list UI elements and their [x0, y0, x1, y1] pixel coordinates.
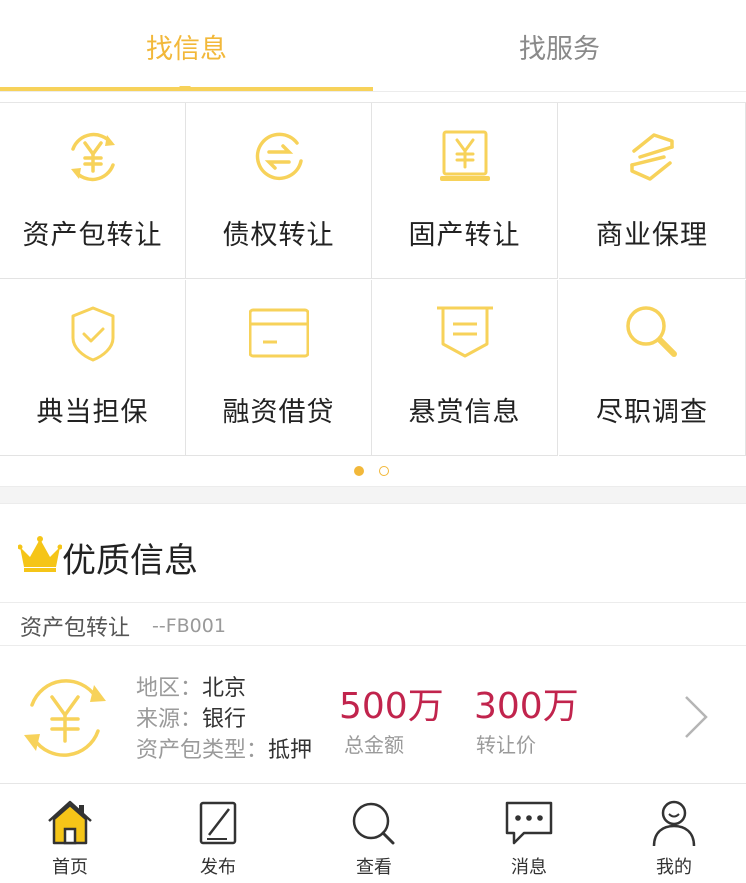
section-title: 优质信息 [62, 541, 198, 581]
nav-label: 发布 [200, 857, 236, 878]
grid-item-label: 融资借贷 [222, 397, 335, 428]
grid-item-label: 典当担保 [36, 397, 149, 428]
grid-item-label: 债权转让 [222, 220, 335, 251]
nav-view[interactable]: 查看 [314, 785, 434, 883]
grid-item-fixed-asset[interactable]: 固产转让 [372, 103, 558, 279]
bottom-nav: 首页 发布 查看 消息 我的 [0, 785, 746, 883]
grid-item-label: 尽职调查 [596, 397, 708, 428]
listing-type: 资产包类型：抵押 [136, 738, 313, 763]
zigzag-swap-icon [630, 133, 674, 181]
grid-item-label: 悬赏信息 [408, 397, 521, 428]
tab-find-info[interactable]: 找信息 [0, 0, 373, 92]
nav-home[interactable]: 首页 [10, 785, 130, 883]
grid-item-pawn-guarantee[interactable]: 典当担保 [0, 280, 186, 456]
transfer-price-label: 转让价 [476, 733, 536, 757]
listing-item[interactable]: 地区：北京 来源：银行 资产包类型：抵押 500万 300万 总金额 转让价 [0, 647, 746, 784]
edit-icon [199, 801, 237, 845]
grid-item-asset-package[interactable]: 资产包转让 [0, 103, 186, 279]
category-name: 资产包转让 [20, 616, 131, 641]
magnifier-icon [626, 306, 677, 357]
category-row: 资产包转让 --FB001 [0, 604, 746, 646]
section-separator [0, 486, 746, 504]
total-amount-label: 总金额 [344, 733, 404, 757]
listing-region: 地区：北京 [136, 676, 247, 701]
grid-item-label: 资产包转让 [22, 220, 163, 251]
nav-label: 查看 [356, 857, 392, 878]
grid-item-financing[interactable]: 融资借贷 [186, 280, 372, 456]
nav-publish[interactable]: 发布 [158, 785, 278, 883]
top-tabs: 找信息 找服务 [0, 0, 746, 92]
transfer-arrows-icon [255, 132, 303, 181]
grid-item-label: 商业保理 [596, 220, 708, 251]
nav-label: 我的 [656, 857, 692, 878]
grid-item-reward-info[interactable]: 悬赏信息 [372, 280, 558, 456]
crown-icon [18, 536, 62, 572]
search-icon [352, 802, 395, 845]
grid-item-debt-transfer[interactable]: 债权转让 [186, 103, 372, 279]
banner-icon [436, 306, 493, 358]
shield-check-icon [71, 306, 114, 362]
home-icon [48, 800, 92, 845]
nav-label: 消息 [511, 857, 547, 878]
listing-source: 来源：银行 [136, 707, 247, 732]
user-icon [652, 800, 696, 847]
grid-item-due-diligence[interactable]: 尽职调查 [559, 280, 746, 456]
section-header: 优质信息 [0, 505, 746, 603]
pager-dots [0, 456, 746, 486]
yuan-laptop-icon [439, 130, 490, 181]
total-amount: 500万 [339, 686, 444, 727]
tab-find-service[interactable]: 找服务 [373, 0, 746, 92]
chevron-right-icon[interactable] [680, 695, 710, 739]
transfer-price: 300万 [474, 686, 579, 727]
card-icon [248, 308, 309, 358]
nav-mine[interactable]: 我的 [614, 785, 734, 883]
category-code: --FB001 [152, 615, 226, 637]
pager-dot[interactable] [379, 466, 389, 476]
yuan-exchange-icon [70, 132, 115, 182]
grid-item-label: 固产转让 [408, 220, 521, 251]
grid-item-factoring[interactable]: 商业保理 [559, 103, 746, 279]
nav-messages[interactable]: 消息 [469, 785, 589, 883]
message-icon [505, 801, 553, 845]
divider [0, 91, 746, 92]
category-grid: 资产包转让 债权转让 固产转让 商业保理 典当担保 融资借贷 悬赏信息 尽职调查 [0, 102, 746, 456]
yuan-exchange-icon [24, 679, 106, 757]
nav-label: 首页 [52, 857, 88, 878]
pager-dot-active[interactable] [354, 466, 364, 476]
